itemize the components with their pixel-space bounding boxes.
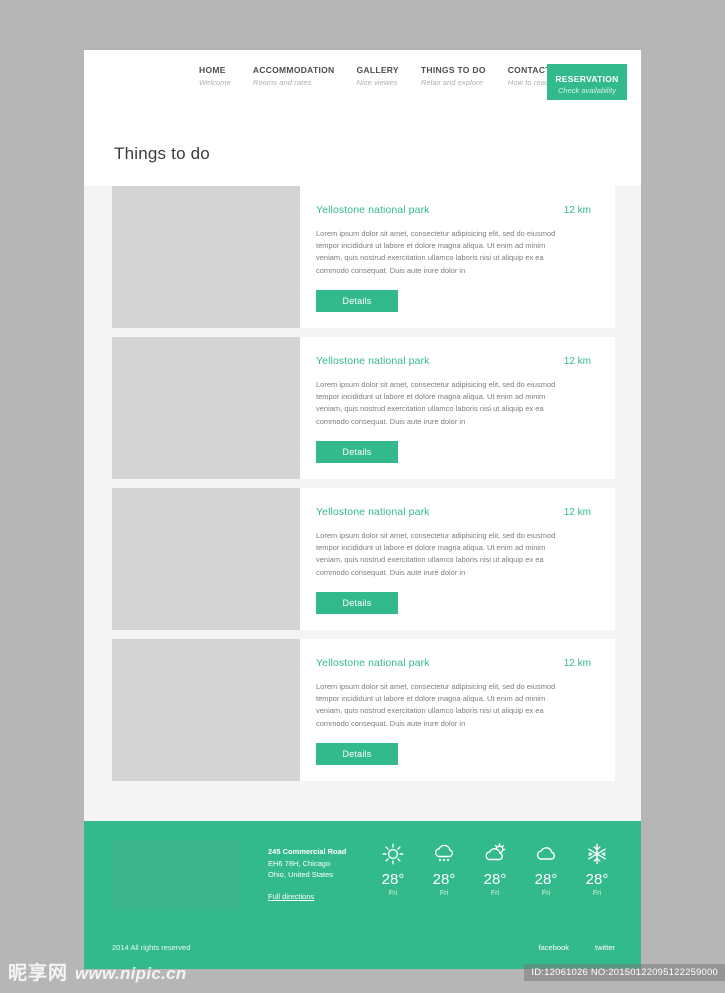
page-title: Things to do [114,144,210,163]
attraction-image-placeholder [112,639,300,781]
attraction-title: Yellostone national park [316,657,430,669]
weather-temperature: 28° [381,871,405,888]
details-button[interactable]: Details [316,742,398,765]
full-directions-link[interactable]: Full directions [268,892,314,901]
attraction-card-header: Yellostone national park 12 km [316,204,591,216]
attraction-description: Lorem ipsum dolor sit amet, consectetur … [316,380,556,426]
facebook-link[interactable]: facebook [539,943,569,952]
weather-day-label: Fri [541,890,551,897]
nav-item-title: ACCOMMODATION [252,65,335,75]
attraction-card-header: Yellostone national park 12 km [316,657,591,669]
sun-icon [375,841,411,867]
attraction-distance: 12 km [563,356,591,367]
content-spacer [84,781,641,821]
nav-item-things-to-do[interactable]: THINGS TO DO Relax and explore [421,64,486,89]
attraction-card[interactable]: Yellostone national park 12 km Lorem ips… [112,639,615,781]
nav-item-title: GALLERY [356,65,399,75]
website-mockup: HOME Welcome ACCOMMODATION Rooms and rat… [84,50,641,969]
attraction-card[interactable]: Yellostone national park 12 km Lorem ips… [112,337,615,479]
weather-forecast-widget: 28° Fri 28° Fri 28° Fri 28° Fri 28° Fri [375,839,615,899]
main-content: Things to do Yellostone national park 12… [84,107,641,821]
watermark: 昵享网 www.nipic.cn [8,963,187,985]
nipic-logo: 昵享网 [8,963,69,984]
attraction-card[interactable]: Yellostone national park 12 km Lorem ips… [112,186,615,328]
sun-behind-cloud-icon [477,841,513,867]
attraction-card-body: Yellostone national park 12 km Lorem ips… [300,488,615,630]
footer-address-block: 245 Commercial Road EH6 78H, Chicago Ohi… [268,839,353,904]
watermark-url: www.nipic.cn [75,964,187,983]
weather-day: 28° Fri [528,841,564,899]
address-line-country: Ohio, United States [268,870,334,879]
reservation-button[interactable]: RESERVATION Check availability [547,64,627,100]
snowflake-icon [579,841,615,867]
attraction-distance: 12 km [563,507,591,518]
attraction-image-placeholder [112,337,300,479]
attraction-image-placeholder [112,186,300,328]
footer-map-placeholder[interactable] [112,839,242,909]
weather-day: 28° Fri [477,841,513,899]
nav-item-subtitle: Nice viewes [356,78,398,87]
attraction-description: Lorem ipsum dolor sit amet, consectetur … [316,229,556,275]
details-button[interactable]: Details [316,591,398,614]
address-line-city: EH6 78H, Chicago [268,858,331,868]
weather-day-label: Fri [592,890,602,897]
nav-item-subtitle: Welcome [199,78,231,87]
attraction-image-placeholder [112,488,300,630]
weather-temperature: 28° [432,871,456,888]
weather-day: 28° Fri [426,841,462,899]
nav-item-title: THINGS TO DO [420,65,486,75]
weather-day-label: Fri [439,890,449,897]
weather-day: 28° Fri [579,841,615,899]
nav-item-title: HOME [199,65,226,75]
attraction-title: Yellostone national park [316,355,430,367]
watermark-id-label: ID:12061026 NO:20150122095122259000 [524,964,725,981]
attraction-card[interactable]: Yellostone national park 12 km Lorem ips… [112,488,615,630]
attraction-card-list: Yellostone national park 12 km Lorem ips… [84,186,641,781]
attraction-distance: 12 km [563,658,591,669]
cloud-icon [528,841,564,867]
attraction-distance: 12 km [563,205,591,216]
nav-item-accommodation[interactable]: ACCOMMODATION Rooms and rates [253,64,335,89]
main-navigation: HOME Welcome ACCOMMODATION Rooms and rat… [199,64,585,89]
site-footer: 245 Commercial Road EH6 78H, Chicago Ohi… [84,821,641,969]
weather-temperature: 28° [585,871,609,888]
attraction-card-header: Yellostone national park 12 km [316,506,591,518]
weather-temperature: 28° [534,871,558,888]
nav-item-home[interactable]: HOME Welcome [199,64,231,89]
attraction-title: Yellostone national park [316,204,430,216]
weather-day-label: Fri [490,890,500,897]
attraction-card-body: Yellostone national park 12 km Lorem ips… [300,639,615,781]
site-header: HOME Welcome ACCOMMODATION Rooms and rat… [84,50,641,107]
weather-day: 28° Fri [375,841,411,899]
weather-temperature: 28° [483,871,507,888]
attraction-description: Lorem ipsum dolor sit amet, consectetur … [316,682,556,728]
attraction-card-body: Yellostone national park 12 km Lorem ips… [300,186,615,328]
address-line-street: 245 Commercial Road [268,847,347,856]
attraction-description: Lorem ipsum dolor sit amet, consectetur … [316,531,556,577]
copyright-text: 2014 All rights reserved [112,943,191,952]
reservation-button-subtitle: Check availability [558,85,616,95]
details-button[interactable]: Details [316,289,398,312]
rain-cloud-icon [426,841,462,867]
footer-top-row: 245 Commercial Road EH6 78H, Chicago Ohi… [84,839,641,909]
nav-item-subtitle: Relax and explore [420,78,484,87]
nav-item-subtitle: Rooms and rates [252,78,312,87]
nav-item-gallery[interactable]: GALLERY Nice viewes [356,64,398,89]
twitter-link[interactable]: twitter [595,943,615,952]
reservation-button-title: RESERVATION [555,73,619,84]
attraction-title: Yellostone national park [316,506,430,518]
details-button[interactable]: Details [316,440,398,463]
attraction-card-header: Yellostone national park 12 km [316,355,591,367]
social-links: facebook twitter [539,943,615,952]
footer-bottom-row: 2014 All rights reserved facebook twitte… [84,909,641,969]
weather-day-label: Fri [388,890,398,897]
attraction-card-body: Yellostone national park 12 km Lorem ips… [300,337,615,479]
